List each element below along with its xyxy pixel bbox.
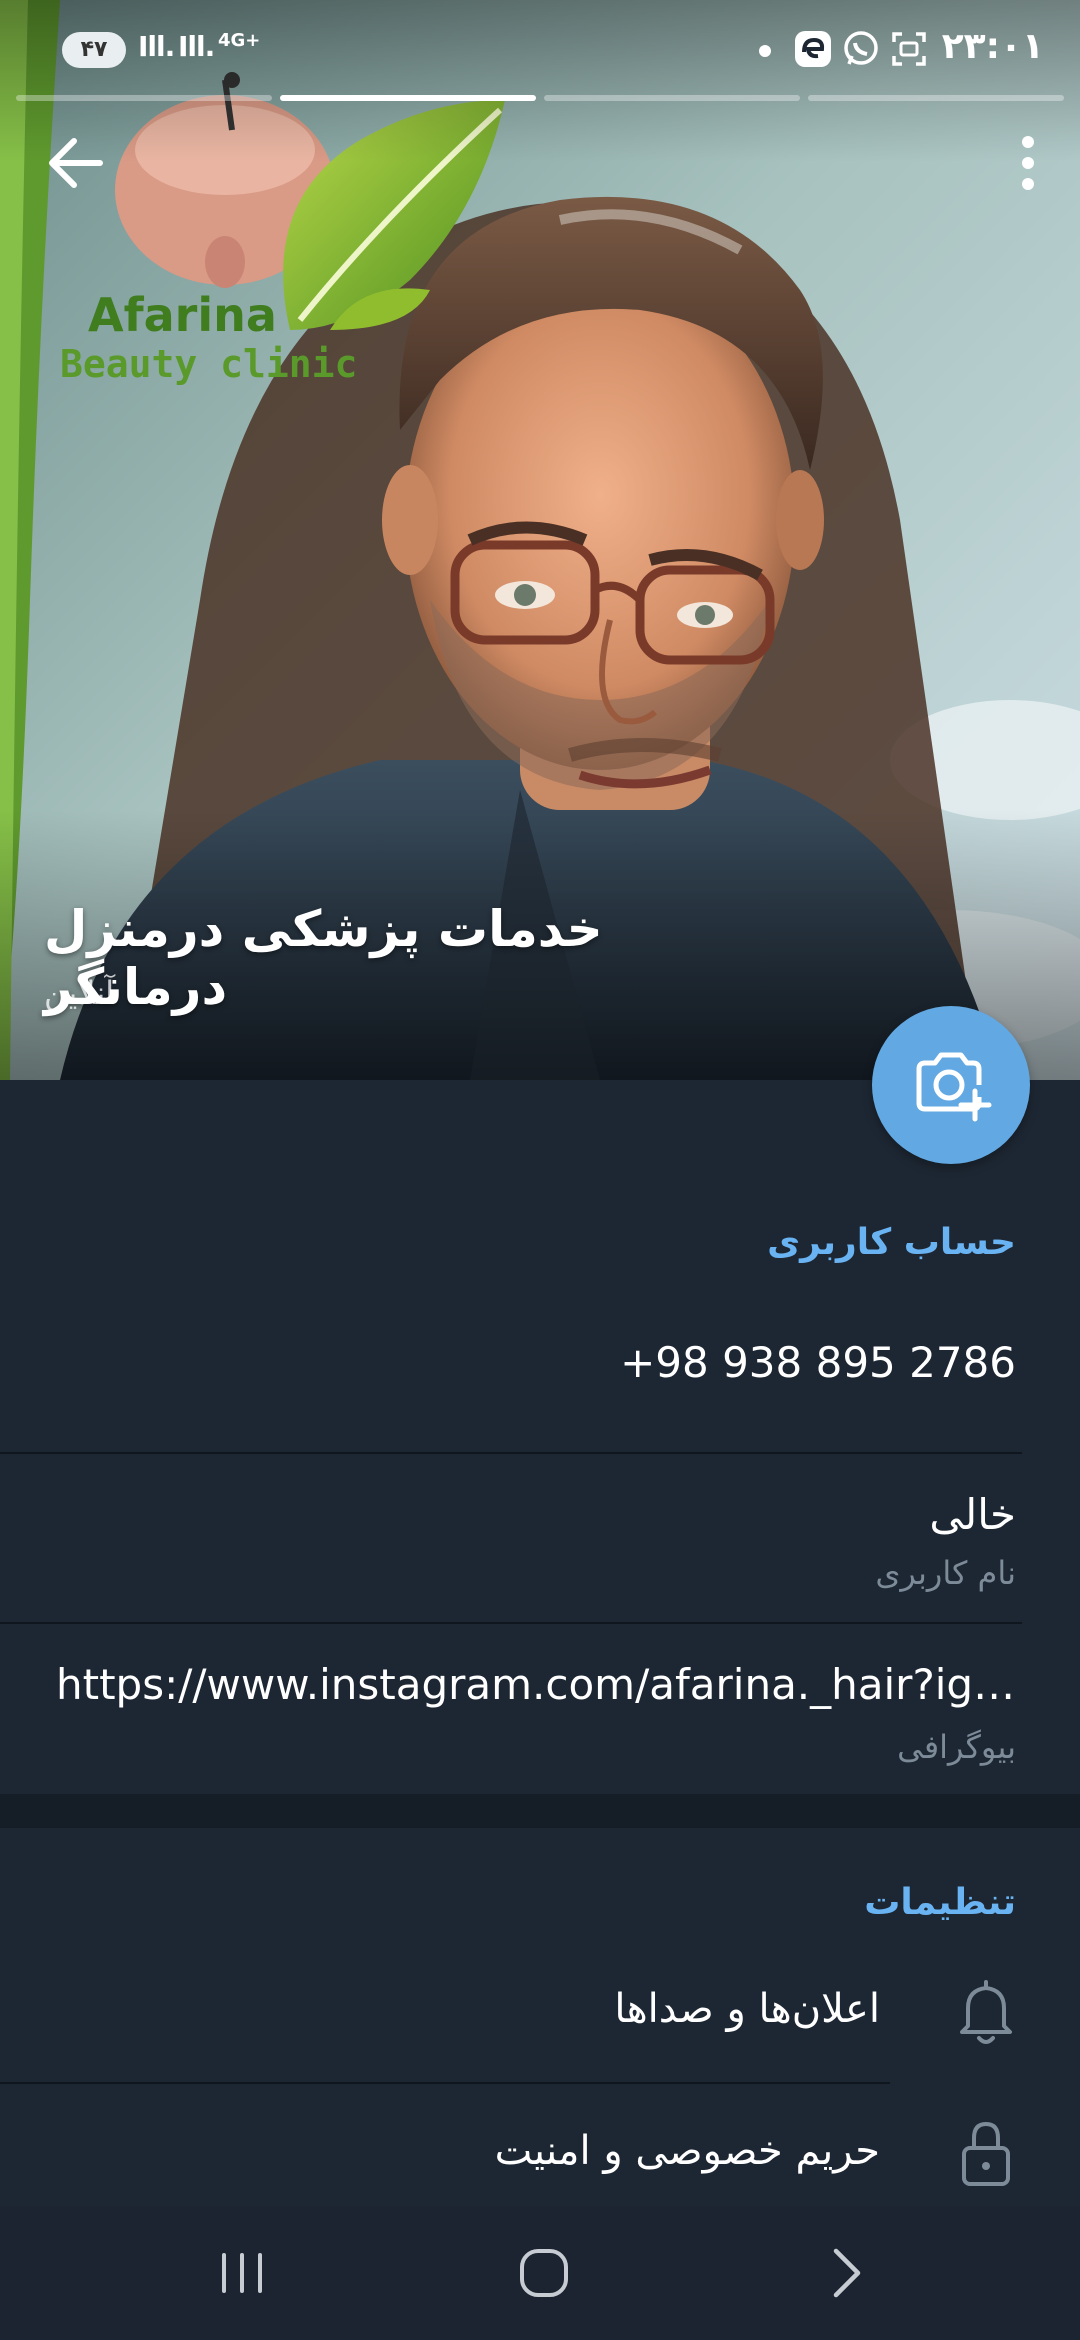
network-type: 4G+ — [218, 30, 261, 51]
system-back-button[interactable] — [796, 2230, 896, 2316]
more-options-button[interactable] — [998, 128, 1058, 198]
story-progress — [16, 95, 1064, 101]
profile-name: خدمات پزشکی درمنزل درمانگر — [44, 900, 603, 1016]
status-bar: ۴۷ Ill. Ill. 4G+ ۲۳:۰۱ — [0, 0, 1080, 95]
clock: ۲۳:۰۱ — [941, 26, 1044, 67]
signal-strength-1: Ill. — [138, 30, 175, 63]
whatsapp-icon — [844, 31, 878, 65]
lock-icon — [962, 2121, 1010, 2186]
username-label: نام کاربری — [875, 1554, 1016, 1592]
phone-row[interactable]: +98 938 895 2786 — [0, 1300, 1080, 1450]
more-vertical-icon — [1022, 136, 1034, 190]
settings-item-privacy[interactable]: حریم خصوصی و امنیت — [0, 2084, 1080, 2224]
story-segment[interactable] — [544, 95, 800, 101]
online-status: آنلاین — [44, 974, 115, 1012]
set-photo-button[interactable] — [872, 1006, 1030, 1164]
camera-add-icon — [916, 1052, 992, 1122]
home-button[interactable] — [494, 2230, 594, 2316]
battery-indicator: ۴۷ — [62, 32, 126, 68]
settings-item-label: حریم خصوصی و امنیت — [494, 2128, 880, 2174]
account-section-title: حساب کاربری — [767, 1222, 1016, 1263]
arrow-left-icon — [49, 138, 103, 188]
username-row[interactable]: خالی نام کاربری — [0, 1454, 1080, 1622]
system-nav-bar — [0, 2206, 1080, 2340]
story-segment[interactable] — [16, 95, 272, 101]
home-icon — [520, 2249, 568, 2297]
bell-icon — [960, 1980, 1012, 2044]
story-segment[interactable] — [808, 95, 1064, 101]
section-separator — [0, 1794, 1080, 1828]
username-value: خالی — [929, 1490, 1016, 1539]
phone-number: +98 938 895 2786 — [620, 1338, 1016, 1387]
signal-strength-2: Ill. — [178, 30, 215, 63]
logo-title: Afarina — [88, 288, 277, 342]
back-button[interactable] — [40, 128, 120, 198]
edge-browser-icon — [795, 31, 831, 67]
chevron-right-icon — [833, 2248, 861, 2298]
settings-section-title: تنظیمات — [864, 1882, 1016, 1923]
bio-row[interactable]: https://www.instagram.com/afarina._hair?… — [0, 1624, 1080, 1794]
settings-item-notifications[interactable]: اعلان‌ها و صداها — [0, 1942, 1080, 2082]
bio-value: https://www.instagram.com/afarina._hair?… — [56, 1660, 1016, 1709]
profile-screen: Afarina Beauty clinic ۴۷ Ill. Ill. 4G+ ۲… — [0, 0, 1080, 2340]
settings-item-label: اعلان‌ها و صداها — [614, 1986, 880, 2032]
recent-apps-button[interactable] — [192, 2230, 292, 2316]
logo-subtitle: Beauty clinic — [60, 342, 358, 386]
profile-photo[interactable]: Afarina Beauty clinic ۴۷ Ill. Ill. 4G+ ۲… — [0, 0, 1080, 1080]
dot-icon — [759, 45, 771, 57]
recent-apps-icon — [222, 2253, 262, 2293]
story-segment-active[interactable] — [280, 95, 536, 101]
bio-label: بیوگرافی — [897, 1728, 1016, 1766]
screenshot-icon — [892, 32, 926, 66]
